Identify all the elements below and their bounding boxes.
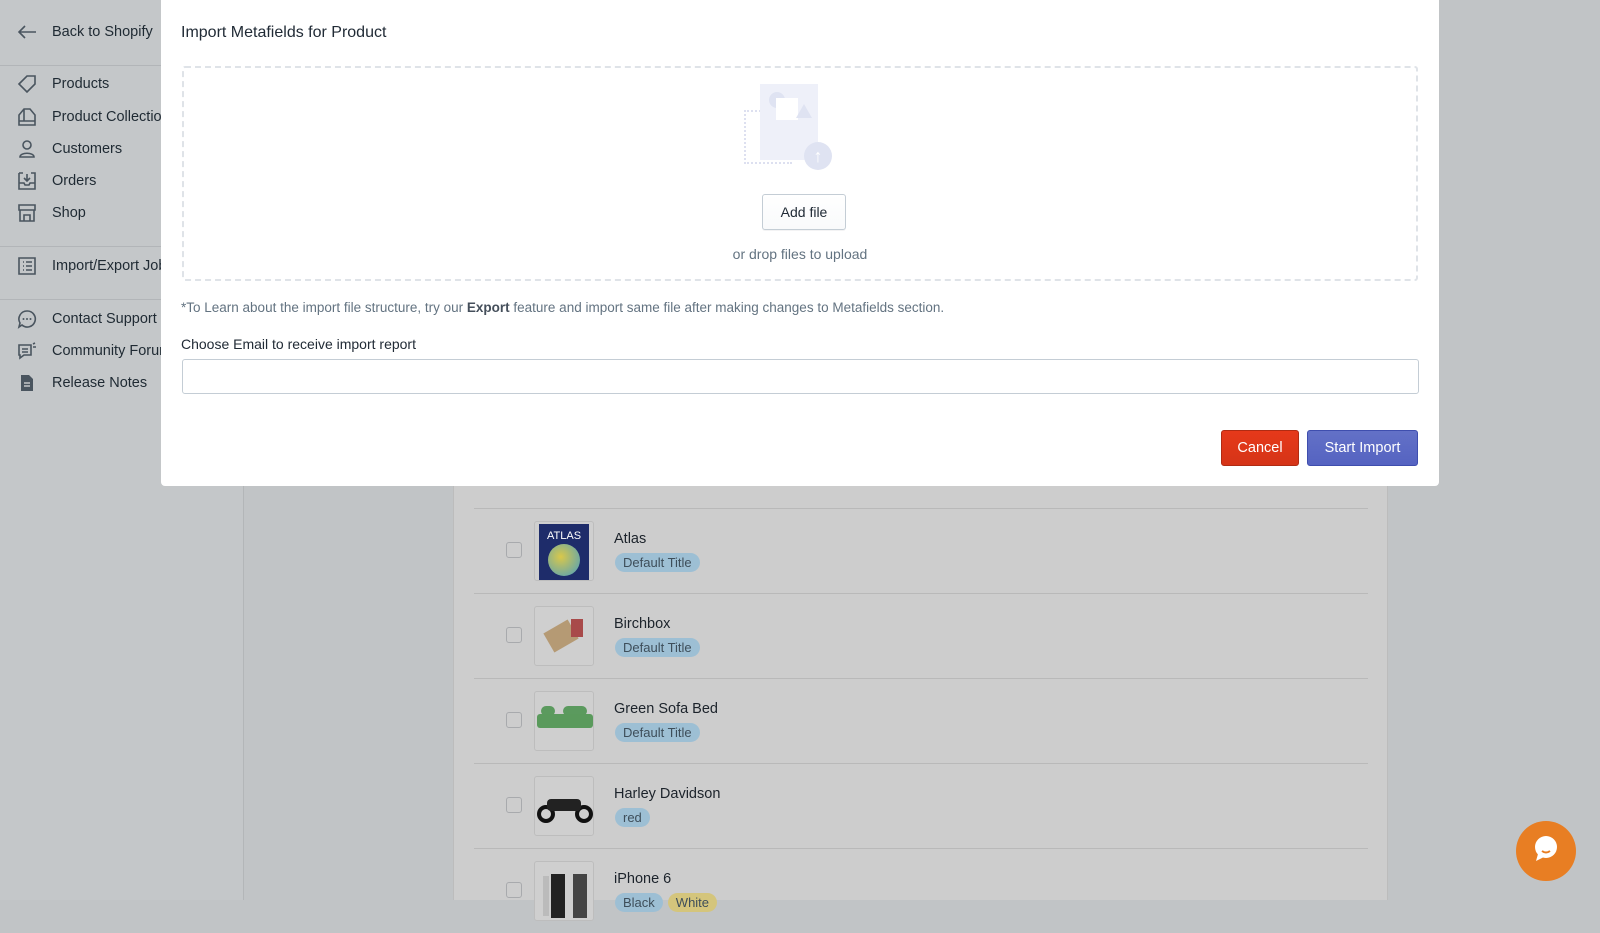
sidebar-item-label: Contact Support xyxy=(52,311,157,327)
sidebar-item-label: Products xyxy=(52,76,110,92)
drop-hint: or drop files to upload xyxy=(732,246,868,262)
inbox-download-icon xyxy=(16,170,38,192)
import-metafields-modal: Import Metafields for Product ↑ Add file… xyxy=(161,0,1439,486)
upload-illustration-icon: ↑ xyxy=(744,82,834,172)
modal-title: Import Metafields for Product xyxy=(181,24,387,41)
variant-badge: Default Title xyxy=(615,723,700,742)
product-name: Harley Davidson xyxy=(614,786,721,802)
row-checkbox[interactable] xyxy=(506,797,522,813)
variant-badge: Default Title xyxy=(615,553,700,572)
sidebar-item-label: Product Collections xyxy=(52,109,177,125)
sidebar-item-label: Release Notes xyxy=(52,375,148,391)
row-checkbox[interactable] xyxy=(506,627,522,643)
document-icon xyxy=(16,372,38,394)
back-label: Back to Shopify xyxy=(52,24,153,40)
sidebar-item-label: Import/Export Jobs xyxy=(52,258,174,274)
import-note: *To Learn about the import file structur… xyxy=(181,300,944,315)
sidebar-item-label: Orders xyxy=(52,173,97,189)
row-checkbox[interactable] xyxy=(506,542,522,558)
variant-badge: Black xyxy=(615,893,663,912)
product-thumbnail-iphone xyxy=(534,861,594,921)
product-name: iPhone 6 xyxy=(614,871,672,887)
product-row[interactable]: Green Sofa Bed Default Title xyxy=(474,678,1368,763)
product-row[interactable]: ATLAS Atlas Default Title xyxy=(474,508,1368,593)
product-name: Birchbox xyxy=(614,616,671,632)
product-thumbnail-atlas: ATLAS xyxy=(534,521,594,581)
start-import-button[interactable]: Start Import xyxy=(1307,430,1418,466)
product-row[interactable]: iPhone 6 Black White xyxy=(474,848,1368,933)
product-list-card: ATLAS Atlas Default Title Birchbox Defau… xyxy=(453,416,1388,921)
chat-icon xyxy=(16,308,38,330)
sidebar-item-label: Community Forum xyxy=(52,343,172,359)
variant-badge: Default Title xyxy=(615,638,700,657)
email-label: Choose Email to receive import report xyxy=(181,336,416,352)
product-row[interactable]: Birchbox Default Title xyxy=(474,593,1368,678)
note-export: Export xyxy=(466,300,510,315)
sidebar-item-label: Customers xyxy=(52,141,123,157)
file-dropzone[interactable]: ↑ Add file or drop files to upload xyxy=(182,66,1418,281)
collection-icon xyxy=(16,106,38,128)
variant-badge: White xyxy=(667,893,718,912)
product-thumbnail-sofa xyxy=(534,691,594,751)
note-text: feature and import same file after makin… xyxy=(509,300,945,315)
product-thumbnail-motorcycle xyxy=(534,776,594,836)
person-icon xyxy=(16,138,38,160)
row-checkbox[interactable] xyxy=(506,712,522,728)
list-icon xyxy=(16,255,38,277)
chat-widget-button[interactable] xyxy=(1516,821,1576,881)
note-text: *To Learn about the import file structur… xyxy=(181,300,467,315)
chat-bubble-icon xyxy=(1531,834,1561,869)
cancel-button[interactable]: Cancel xyxy=(1221,430,1299,466)
email-input[interactable] xyxy=(182,359,1419,394)
sidebar-item-label: Shop xyxy=(52,205,86,221)
add-file-button[interactable]: Add file xyxy=(762,194,846,230)
tag-icon xyxy=(16,73,38,95)
product-thumbnail-birchbox xyxy=(534,606,594,666)
product-row[interactable]: Harley Davidson red xyxy=(474,763,1368,848)
forum-icon xyxy=(16,340,38,362)
row-checkbox[interactable] xyxy=(506,882,522,898)
product-name: Atlas xyxy=(614,531,647,547)
store-icon xyxy=(16,202,38,224)
product-name: Green Sofa Bed xyxy=(614,701,718,717)
variant-badge: red xyxy=(615,808,650,827)
arrow-left-icon xyxy=(16,21,38,43)
